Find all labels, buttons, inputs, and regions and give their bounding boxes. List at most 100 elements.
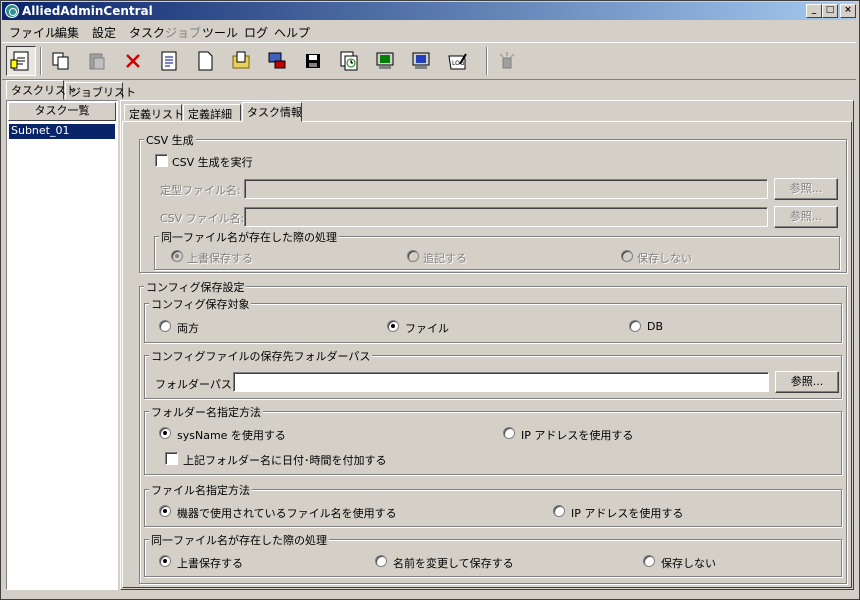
config-duplicate-title: 同一ファイル名が存在した際の処理 (149, 532, 329, 548)
delete-icon (126, 54, 140, 68)
menu-settings[interactable]: 設定 (92, 24, 116, 41)
config-overwrite-radio[interactable] (159, 555, 171, 567)
config-duplicate-group: 同一ファイル名が存在した際の処理 上書保存する 名前を変更して保存する 保存しな… (144, 532, 842, 577)
export-button[interactable] (370, 46, 400, 76)
config-overwrite-label: 上書保存する (177, 557, 243, 570)
floppy-disk-icon (306, 54, 320, 68)
csv-file-input[interactable] (244, 207, 768, 227)
append-datetime-checkbox[interactable] (165, 452, 178, 465)
folder-naming-title: フォルダー名指定方法 (149, 404, 263, 420)
paste-icon (89, 53, 105, 70)
csv-duplicate-title: 同一ファイル名が存在した際の処理 (159, 229, 339, 245)
task-list-panel: タスク一覧 Subnet_01 (6, 100, 118, 590)
log-icon: LOG (448, 53, 467, 70)
file-naming-title: ファイル名指定方法 (149, 482, 252, 498)
csv-enable-checkbox[interactable] (155, 154, 168, 167)
menu-log[interactable]: ログ (244, 24, 268, 41)
alert-light-icon (499, 52, 515, 69)
csv-file-label: CSV ファイル名: (160, 212, 245, 225)
folder-icon (232, 51, 250, 69)
properties-icon (161, 51, 177, 71)
folder-path-label: フォルダーパス: (155, 378, 236, 391)
config-rename-radio[interactable] (375, 555, 387, 567)
template-file-input[interactable] (244, 179, 768, 199)
tab-definition-list[interactable]: 定義リスト (124, 104, 184, 121)
csv-group-title: CSV 生成 (144, 132, 196, 148)
csv-overwrite-label: 上書保存する (187, 252, 253, 265)
menu-edit[interactable]: 編集 (55, 24, 79, 41)
task-list-item[interactable]: Subnet_01 (9, 124, 115, 139)
config-folder-group: コンフィグファイルの保存先フォルダーパス フォルダーパス: 参照... (144, 348, 842, 399)
config-group: コンフィグ保存設定 コンフィグ保存対象 両方 ファイル DB コンフィグファイル… (139, 279, 847, 584)
target-file-radio[interactable] (387, 320, 399, 332)
tab-task-list[interactable]: タスクリスト (6, 80, 77, 100)
append-datetime-label: 上記フォルダー名に日付･時間を付加する (183, 454, 387, 467)
new-document-button[interactable] (190, 46, 220, 76)
csv-append-label: 追記する (423, 252, 467, 265)
naming-sysname-label: sysName を使用する (177, 429, 286, 442)
config-nosave-radio[interactable] (643, 555, 655, 567)
toolbar: LOG (2, 42, 856, 80)
filename-ip-label: IP アドレスを使用する (571, 507, 684, 520)
csv-nosave-radio[interactable] (621, 250, 633, 262)
template-browse-button[interactable]: 参照... (774, 178, 838, 200)
config-folder-title: コンフィグファイルの保存先フォルダーパス (149, 348, 373, 364)
open-folder-button[interactable] (226, 46, 256, 76)
alert-button[interactable] (492, 46, 522, 76)
folder-path-input[interactable] (233, 372, 769, 392)
target-both-label: 両方 (177, 322, 199, 335)
menu-task[interactable]: タスク (129, 24, 165, 41)
csv-group: CSV 生成 CSV 生成を実行 定型ファイル名: 参照... CSV ファイル… (139, 132, 847, 273)
folder-browse-button[interactable]: 参照... (775, 371, 839, 393)
title-bar[interactable]: AlliedAdminCentral _ □ × (2, 2, 856, 20)
minimize-button[interactable]: _ (806, 4, 822, 18)
config-target-group: コンフィグ保存対象 両方 ファイル DB (144, 296, 842, 343)
delete-button[interactable] (118, 46, 148, 76)
filename-ip-radio[interactable] (553, 505, 565, 517)
menu-job[interactable]: ジョブ (165, 24, 201, 41)
menu-help[interactable]: ヘルプ (274, 24, 310, 41)
log-button[interactable]: LOG (442, 46, 472, 76)
target-db-radio[interactable] (629, 320, 641, 332)
schedule-icon (340, 51, 358, 71)
paste-button[interactable] (82, 46, 112, 76)
csv-duplicate-group: 同一ファイル名が存在した際の処理 上書保存する 追記する 保存しない (154, 229, 840, 270)
tab-task-info[interactable]: タスク情報 (242, 102, 302, 122)
task-list-header[interactable]: タスク一覧 (8, 102, 116, 121)
filename-device-radio[interactable] (159, 505, 171, 517)
window-title: AlliedAdminCentral (22, 4, 153, 18)
copy-icon (52, 52, 69, 70)
device-connect-button[interactable] (262, 46, 292, 76)
terminal-button[interactable] (406, 46, 436, 76)
config-group-title: コンフィグ保存設定 (144, 279, 247, 295)
config-target-title: コンフィグ保存対象 (149, 296, 252, 312)
terminal-icon (412, 52, 430, 69)
csv-nosave-label: 保存しない (637, 252, 692, 265)
csv-append-radio[interactable] (407, 250, 419, 262)
maximize-button[interactable]: □ (822, 4, 838, 18)
target-both-radio[interactable] (159, 320, 171, 332)
menu-file[interactable]: ファイル (9, 24, 57, 41)
file-naming-group: ファイル名指定方法 機器で使用されているファイル名を使用する IP アドレスを使… (144, 482, 842, 527)
csv-enable-label: CSV 生成を実行 (172, 156, 253, 169)
tab-definition-detail[interactable]: 定義詳細 (183, 104, 241, 121)
task-info-content: CSV 生成 CSV 生成を実行 定型ファイル名: 参照... CSV ファイル… (122, 121, 852, 588)
naming-sysname-radio[interactable] (159, 427, 171, 439)
naming-ip-label: IP アドレスを使用する (521, 429, 634, 442)
menu-tools[interactable]: ツール (202, 24, 238, 41)
new-task-button[interactable] (6, 46, 36, 76)
csv-overwrite-radio[interactable] (171, 250, 183, 262)
menu-bar: ファイル 編集 設定 タスク ジョブ ツール ログ ヘルプ (2, 21, 856, 40)
properties-button[interactable] (154, 46, 184, 76)
target-file-label: ファイル (405, 322, 449, 335)
template-file-label: 定型ファイル名: (160, 184, 241, 197)
monitor-icon (376, 52, 394, 69)
target-db-label: DB (647, 320, 664, 333)
close-button[interactable]: × (840, 4, 856, 18)
schedule-button[interactable] (334, 46, 364, 76)
copy-button[interactable] (46, 46, 76, 76)
csv-browse-button[interactable]: 参照... (774, 206, 838, 228)
document-icon (198, 51, 213, 71)
naming-ip-radio[interactable] (503, 427, 515, 439)
save-button[interactable] (298, 46, 328, 76)
